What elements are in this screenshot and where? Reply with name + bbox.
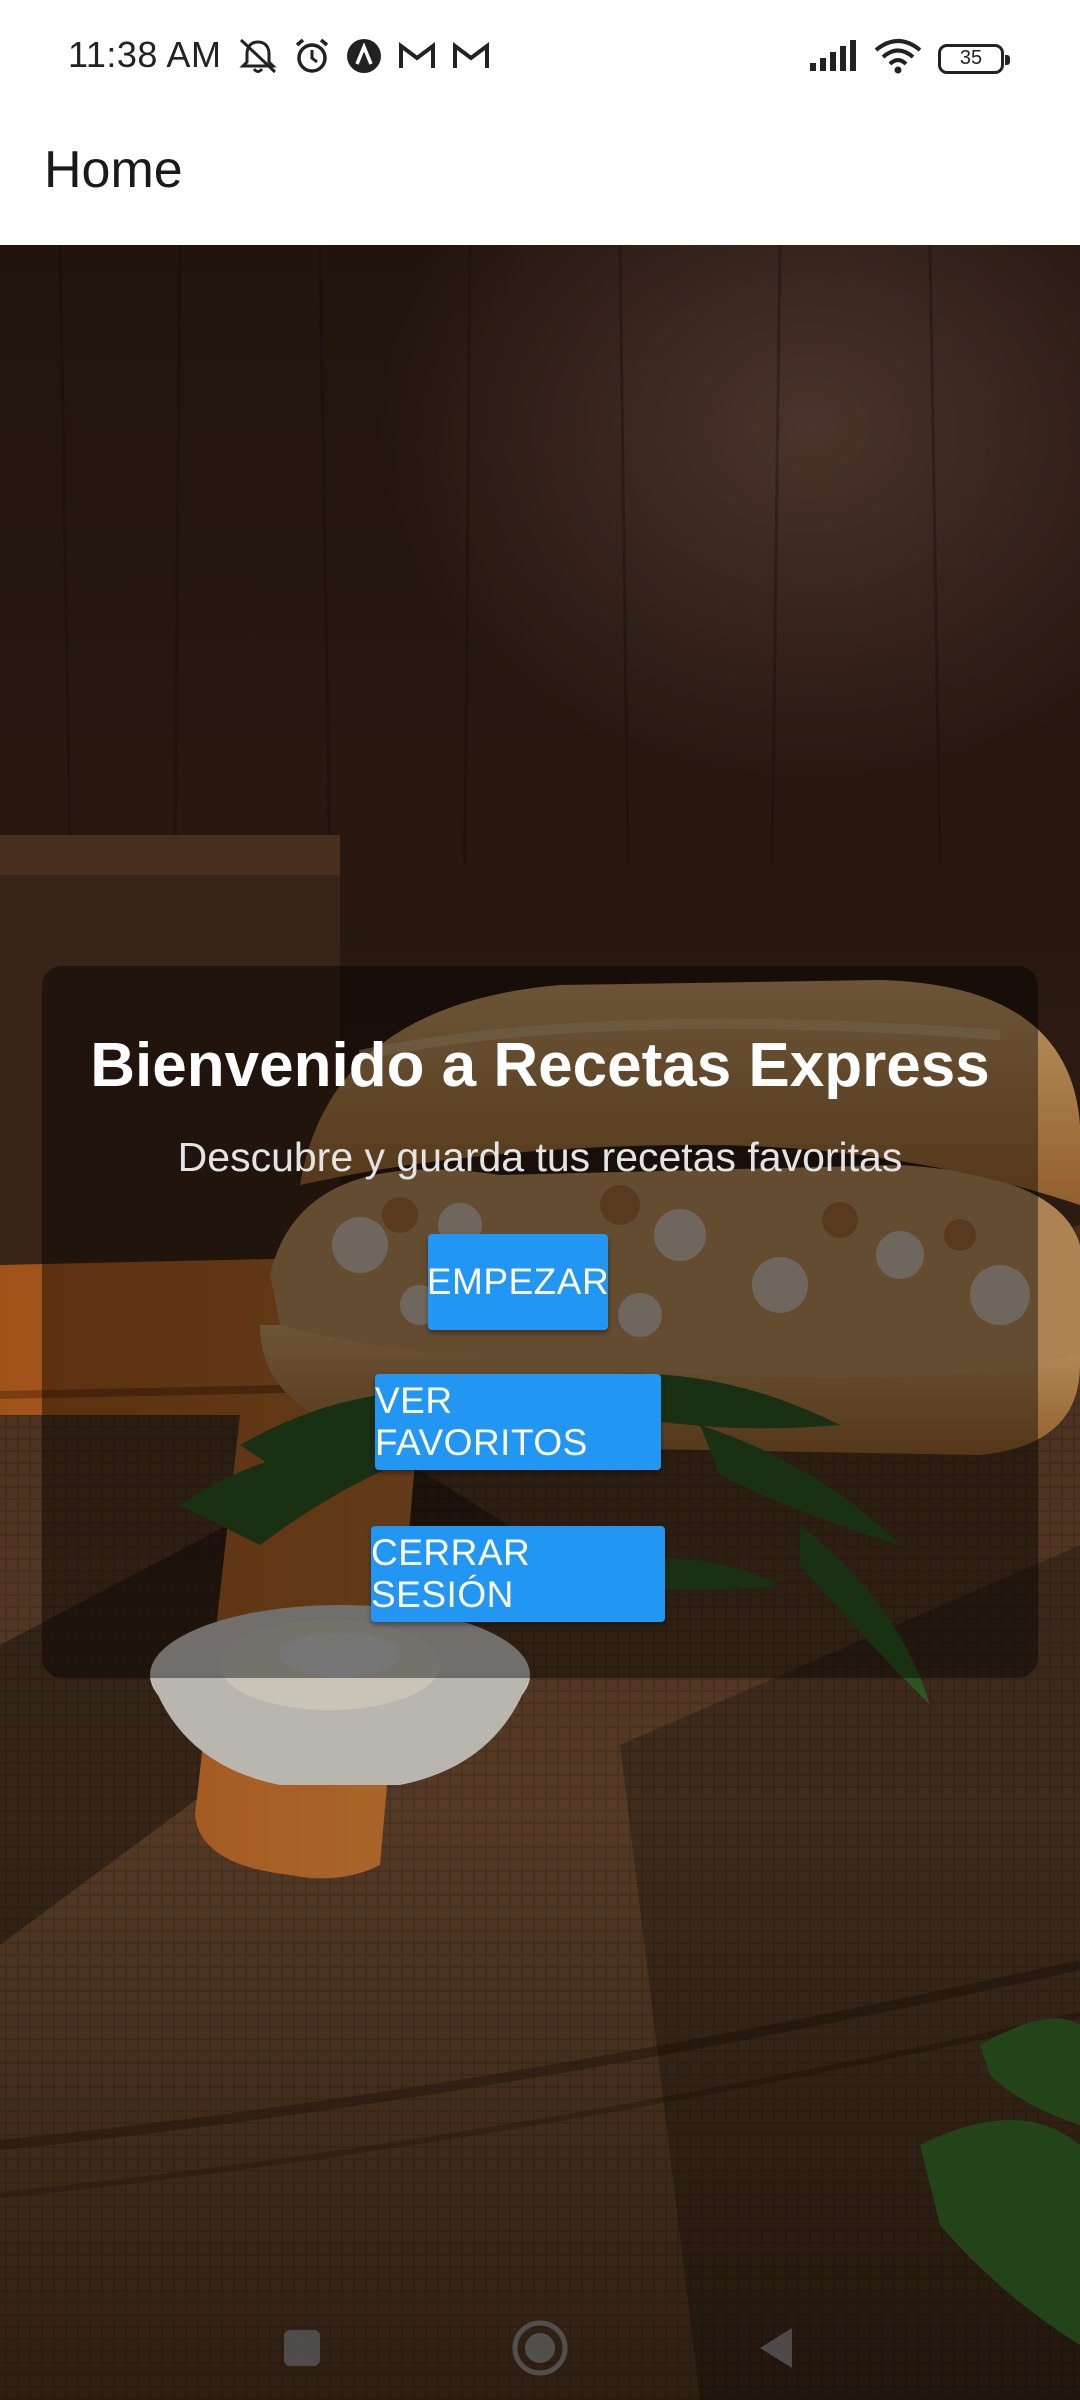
status-bar: 11:38 AM 35	[0, 0, 1080, 118]
system-nav-bar	[0, 2280, 1080, 2400]
status-time: 11:38 AM	[68, 34, 222, 75]
page-title: Home	[44, 141, 183, 199]
signal-icon	[808, 39, 858, 78]
status-icons-right: 35	[808, 38, 1010, 79]
alarm-icon	[292, 36, 332, 76]
battery-level: 35	[959, 47, 983, 69]
gmail-icon	[396, 38, 438, 74]
home-icon[interactable]	[500, 2308, 580, 2388]
status-icons-left	[236, 36, 492, 76]
gmail-icon	[450, 38, 492, 74]
app-icon	[344, 36, 384, 76]
recents-icon[interactable]	[262, 2308, 342, 2388]
screen: 11:38 AM 35 Home Bienvenido a Recetas Ex…	[0, 0, 1080, 2400]
start-button[interactable]: EMPEZAR	[427, 1234, 609, 1330]
welcome-card: Bienvenido a Recetas Express Descubre y …	[42, 966, 1038, 1678]
welcome-subtitle: Descubre y guarda tus recetas favoritas	[177, 1134, 903, 1180]
app-bar: Home	[0, 118, 1080, 245]
wifi-icon	[874, 38, 922, 79]
battery-icon: 35	[938, 43, 1010, 74]
logout-button[interactable]: CERRAR SESIÓN	[371, 1526, 665, 1622]
notification-off-icon	[236, 36, 280, 76]
back-icon[interactable]	[736, 2308, 816, 2388]
welcome-title: Bienvenido a Recetas Express	[90, 1031, 990, 1100]
view-favorites-button[interactable]: VER FAVORITOS	[375, 1374, 661, 1470]
